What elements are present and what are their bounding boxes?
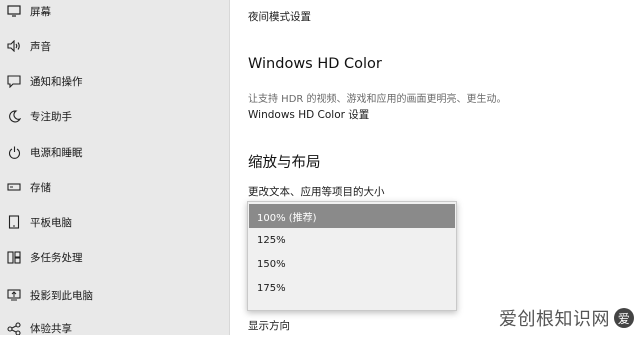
watermark-text: 爱创根知识网 <box>499 309 610 330</box>
sidebar-item-notifications[interactable]: 通知和操作 <box>0 66 229 96</box>
sidebar-item-power[interactable]: 电源和睡眠 <box>0 137 229 167</box>
sidebar-item-display[interactable]: 屏幕 <box>0 0 229 26</box>
scale-option-175[interactable]: 175% <box>249 276 455 300</box>
monitor-icon <box>6 3 22 19</box>
speaker-icon <box>6 38 22 54</box>
sidebar-item-focus-assist[interactable]: 专注助手 <box>0 101 229 131</box>
sidebar-item-multitasking[interactable]: 多任务处理 <box>0 242 229 272</box>
tablet-icon <box>6 214 22 230</box>
multitask-icon <box>6 249 22 265</box>
sidebar-item-label: 体验共享 <box>30 322 72 335</box>
scale-dropdown-list[interactable]: 100% (推荐) 125% 150% 175% <box>247 201 457 311</box>
power-icon <box>6 144 22 160</box>
scale-label: 更改文本、应用等项目的大小 <box>248 186 385 198</box>
orientation-label: 显示方向 <box>248 320 290 332</box>
sidebar-item-tablet[interactable]: 平板电脑 <box>0 207 229 237</box>
sidebar-item-project-to-pc[interactable]: 投影到此电脑 <box>0 280 229 310</box>
watermark-logo-icon: 爱 <box>614 308 634 328</box>
scale-option-125[interactable]: 125% <box>249 228 455 252</box>
sidebar-item-shared-experiences[interactable]: 体验共享 <box>0 313 229 343</box>
sidebar-item-label: 声音 <box>30 40 51 53</box>
sidebar-item-label: 多任务处理 <box>30 251 83 264</box>
sidebar-item-label: 通知和操作 <box>30 75 83 88</box>
settings-content: 夜间模式设置 Windows HD Color 让支持 HDR 的视频、游戏和应… <box>230 0 640 335</box>
night-mode-settings-link[interactable]: 夜间模式设置 <box>248 9 311 24</box>
sidebar-item-label: 专注助手 <box>30 110 72 123</box>
sidebar-item-storage[interactable]: 存储 <box>0 172 229 202</box>
moon-icon <box>6 108 22 124</box>
sidebar-item-sound[interactable]: 声音 <box>0 31 229 61</box>
watermark: 爱创根知识网 爱 <box>499 305 634 331</box>
scale-layout-title: 缩放与布局 <box>248 155 321 171</box>
scale-option-100[interactable]: 100% (推荐) <box>249 204 455 228</box>
sidebar-item-label: 存储 <box>30 181 51 194</box>
sidebar-item-label: 屏幕 <box>30 5 51 18</box>
project-icon <box>6 287 22 303</box>
share-icon <box>6 320 22 336</box>
sidebar-item-label: 平板电脑 <box>30 216 72 229</box>
scale-option-150[interactable]: 150% <box>249 252 455 276</box>
hdr-description: 让支持 HDR 的视频、游戏和应用的画面更明亮、更生动。 <box>248 94 507 105</box>
storage-icon <box>6 179 22 195</box>
hdr-section-title: Windows HD Color <box>248 56 382 72</box>
notification-icon <box>6 73 22 89</box>
settings-sidebar: 屏幕 声音 通知和操作 专注助手 电源和睡眠 存储 平板电脑 多任务处理 投影到… <box>0 0 230 335</box>
sidebar-item-label: 电源和睡眠 <box>30 146 83 159</box>
sidebar-item-label: 投影到此电脑 <box>30 289 93 302</box>
hdr-settings-link[interactable]: Windows HD Color 设置 <box>248 107 369 122</box>
